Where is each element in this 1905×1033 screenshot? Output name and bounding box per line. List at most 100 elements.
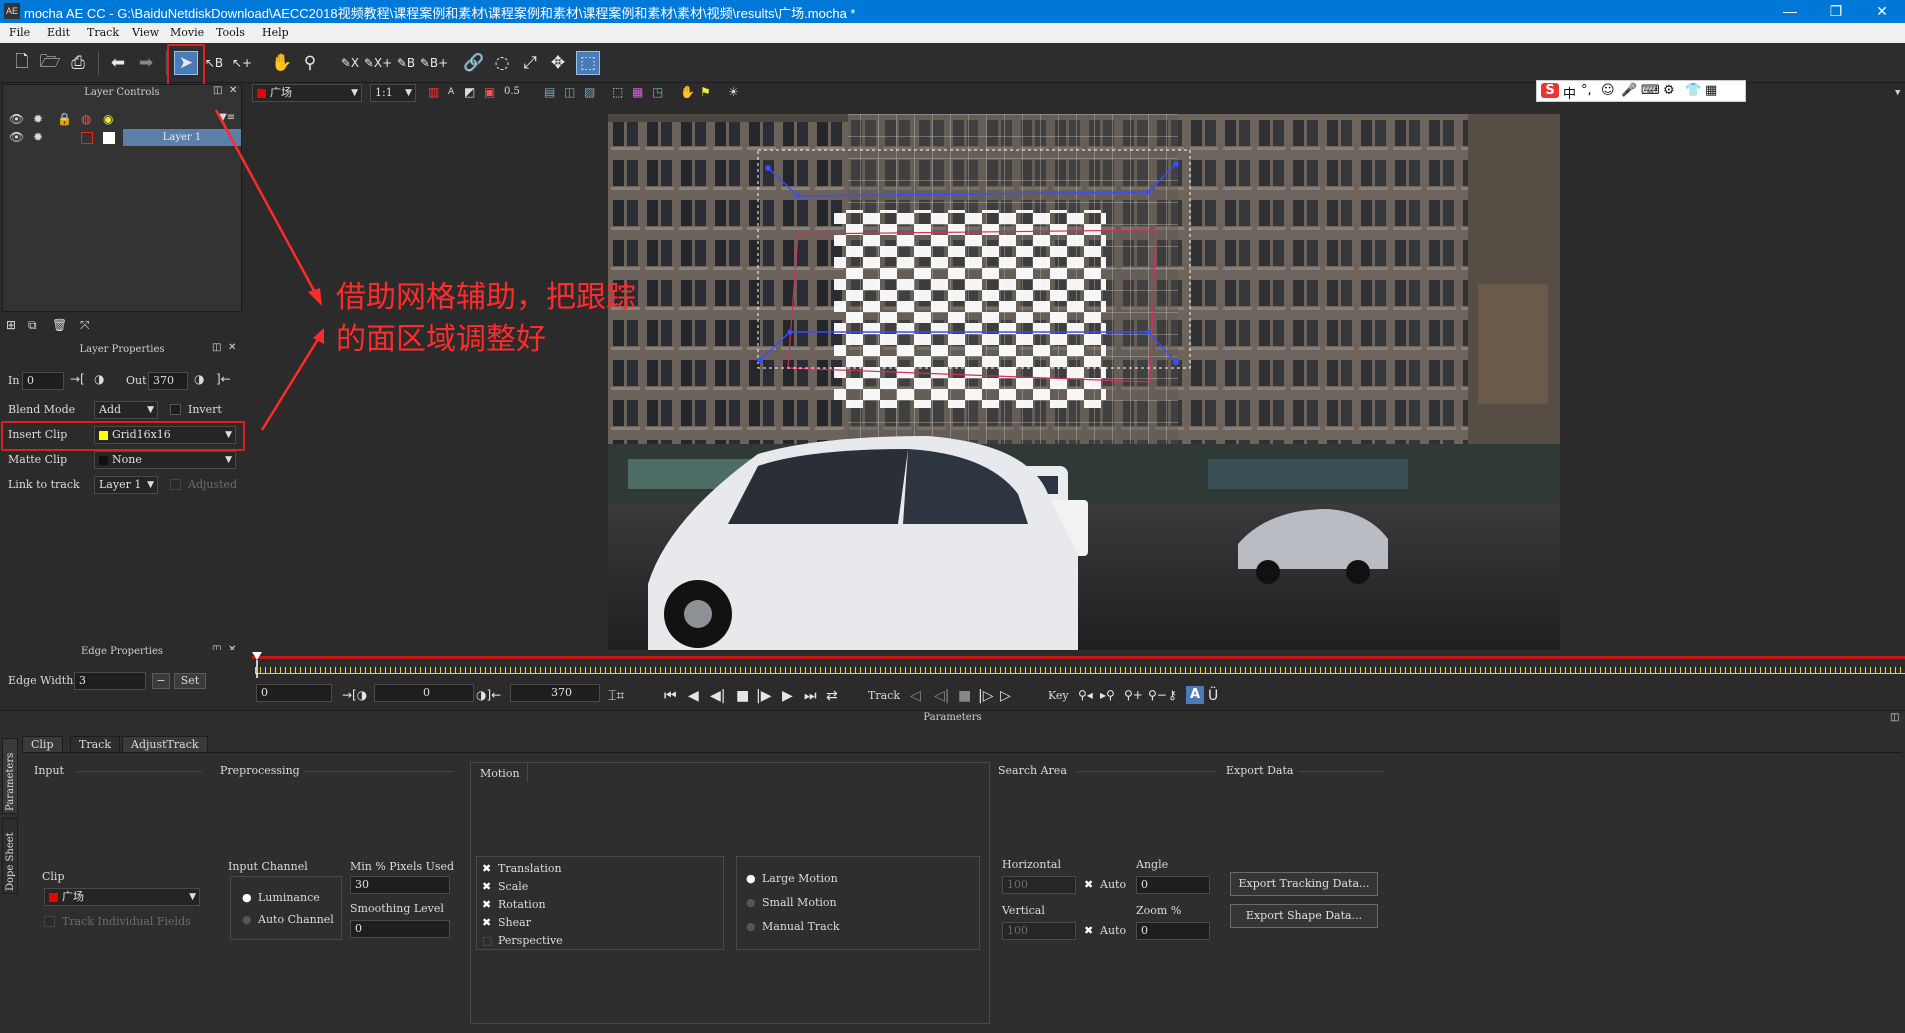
prev-key-icon[interactable]: ⚲◂: [1078, 688, 1093, 702]
layer-fill-swatch[interactable]: [103, 132, 115, 144]
export-tracking-data-button[interactable]: Export Tracking Data...: [1230, 872, 1378, 896]
small-motion-radio[interactable]: ● Small Motion: [746, 896, 837, 909]
vertical-auto-checkbox[interactable]: ✖ Auto: [1084, 924, 1126, 937]
track-stop-icon[interactable]: ■: [958, 688, 971, 704]
layer-cog-icon[interactable]: ✹: [33, 130, 43, 144]
menu-help[interactable]: Help: [262, 26, 289, 39]
menu-movie[interactable]: Movie: [170, 26, 204, 39]
close-panel-icon[interactable]: ✕: [228, 342, 236, 353]
close-button[interactable]: ✕: [1859, 0, 1905, 23]
invert-checkbox[interactable]: [170, 404, 181, 415]
delete-all-keys-icon[interactable]: ⚷: [1168, 688, 1177, 702]
lasso-icon[interactable]: ◌: [490, 51, 514, 75]
export-shape-data-button[interactable]: Export Shape Data...: [1230, 904, 1378, 928]
delete-layer-icon[interactable]: 🗑: [52, 318, 67, 332]
stop-icon[interactable]: ■: [736, 688, 749, 704]
min-pixels-field[interactable]: 30: [350, 876, 450, 894]
toolbox-icon[interactable]: ⚙: [1663, 83, 1675, 98]
edge-width-set-button[interactable]: Set: [174, 673, 206, 689]
keyboard-icon[interactable]: ⌨: [1641, 83, 1660, 98]
track-forward-frame-icon[interactable]: |▷: [978, 688, 993, 704]
play-forward-icon[interactable]: ▶: [782, 688, 793, 704]
angle-field[interactable]: 0: [1136, 876, 1210, 894]
out-clock-icon[interactable]: ◑: [194, 372, 204, 386]
mask-overlay-icon[interactable]: ▣: [484, 85, 495, 99]
adjusted-checkbox[interactable]: [170, 479, 181, 490]
side-tab-dope-sheet[interactable]: Dope Sheet: [2, 818, 18, 894]
fit-icon[interactable]: ⤧: [80, 318, 90, 333]
translation-checkbox[interactable]: ✖ Translation: [482, 862, 562, 875]
manual-track-radio[interactable]: ● Manual Track: [746, 920, 840, 933]
layer-visibility-icon[interactable]: 👁: [9, 130, 24, 144]
panel-dropdown-icon[interactable]: ▼: [1895, 88, 1900, 98]
out-frame-field[interactable]: 370: [510, 684, 600, 702]
open-project-icon[interactable]: 🗁: [38, 51, 62, 75]
horizontal-auto-checkbox[interactable]: ✖ Auto: [1084, 878, 1126, 891]
layout-icon[interactable]: ▤: [544, 85, 555, 99]
track-individual-fields-checkbox[interactable]: [44, 916, 55, 927]
plane-display-icon[interactable]: ◳: [652, 85, 663, 99]
trace-icon[interactable]: ⚑: [700, 85, 711, 99]
add-key-icon[interactable]: ⚲+: [1124, 688, 1143, 702]
palette-icon[interactable]: ◉: [103, 112, 113, 126]
next-key-icon[interactable]: ▸⚲: [1100, 688, 1115, 702]
layer-color-swatch[interactable]: [81, 132, 93, 144]
select-bspline-icon[interactable]: ↖B: [202, 51, 226, 75]
save-project-icon[interactable]: ⎙: [66, 51, 90, 75]
timeline-ruler[interactable]: [255, 658, 1905, 676]
unkey-icon[interactable]: Ü: [1208, 688, 1218, 704]
move-icon[interactable]: ✥: [546, 51, 570, 75]
video-viewer[interactable]: [608, 114, 1560, 650]
zoom-select[interactable]: 1:1 ▼: [370, 84, 416, 102]
current-frame-field[interactable]: 0: [374, 684, 474, 702]
color-wheel-icon[interactable]: ◍: [81, 112, 91, 126]
hand-tool-icon[interactable]: ✋: [270, 51, 294, 75]
blend-mode-select[interactable]: Add ▼: [94, 401, 158, 419]
in-clock-icon[interactable]: ◑: [94, 372, 104, 386]
duplicate-layer-icon[interactable]: ⧉: [28, 318, 37, 333]
zoom-tool-icon[interactable]: ⚲: [298, 51, 322, 75]
close-panel-icon[interactable]: ✕: [229, 85, 237, 96]
grid-display-icon[interactable]: ▦: [632, 85, 643, 99]
surface-display-icon[interactable]: ⬚: [612, 85, 623, 99]
out-field[interactable]: 370: [148, 372, 188, 390]
skin-icon[interactable]: 👕: [1685, 83, 1701, 98]
shear-checkbox[interactable]: ✖ Shear: [482, 916, 531, 929]
minimize-button[interactable]: —: [1767, 0, 1813, 23]
emoji-icon[interactable]: ☺: [1601, 83, 1615, 98]
menu-tools[interactable]: Tools: [216, 26, 245, 39]
tab-track[interactable]: Track: [70, 736, 120, 753]
bspline-tool-icon[interactable]: ✎B: [394, 51, 418, 75]
brightness-icon[interactable]: ☀: [728, 85, 739, 99]
select-add-icon[interactable]: ↖+: [230, 51, 254, 75]
float-panel-icon[interactable]: ◫: [213, 85, 222, 96]
luminance-radio[interactable]: ● Luminance: [242, 891, 320, 904]
set-in-icon[interactable]: →[: [70, 372, 85, 386]
menu-view[interactable]: View: [132, 26, 159, 39]
link-icon[interactable]: 🔗: [462, 51, 486, 75]
layer-name[interactable]: Layer 1: [123, 129, 241, 146]
matte-clip-select[interactable]: None ▼: [94, 451, 236, 469]
opacity-value[interactable]: 0.5: [504, 86, 520, 97]
surface-tool-icon[interactable]: ⬚: [576, 51, 600, 75]
step-forward-icon[interactable]: |▶: [756, 688, 771, 704]
menu-grid-icon[interactable]: ▦: [1705, 83, 1717, 98]
add-bspline-icon[interactable]: ✎B+: [420, 51, 448, 75]
set-in-point-icon[interactable]: →[◑: [342, 688, 367, 702]
ime-lang[interactable]: 中: [1563, 83, 1576, 102]
set-out-point-icon[interactable]: ◑]←: [476, 688, 501, 702]
maximize-button[interactable]: ❐: [1813, 0, 1859, 23]
side-tab-parameters[interactable]: Parameters: [2, 738, 18, 814]
stabilize-icon[interactable]: ✋: [680, 85, 695, 99]
zoom-field[interactable]: 0: [1136, 922, 1210, 940]
scale-checkbox[interactable]: ✖ Scale: [482, 880, 528, 893]
float-panel-icon[interactable]: ◫: [212, 342, 221, 353]
overlay-icon[interactable]: ◩: [464, 85, 475, 99]
layout2-icon[interactable]: ◫: [564, 85, 575, 99]
set-out-icon[interactable]: ]←: [216, 372, 231, 386]
cog-icon[interactable]: ✹: [33, 112, 43, 126]
input-clip-select[interactable]: 广场 ▼: [44, 888, 200, 906]
edge-width-field[interactable]: 3: [74, 672, 146, 690]
goto-start-icon[interactable]: ⏮: [664, 688, 677, 704]
layer-menu-icon[interactable]: ▼≡: [219, 112, 235, 123]
